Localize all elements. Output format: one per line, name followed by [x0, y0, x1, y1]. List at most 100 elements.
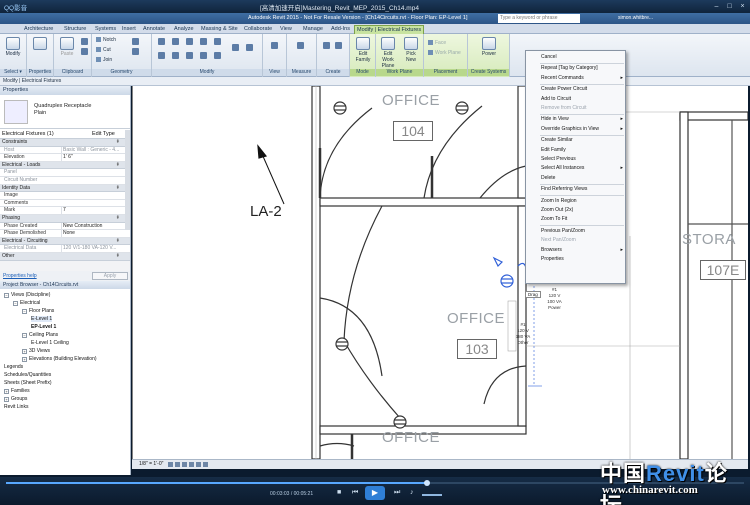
edit-type-button[interactable]: Edit Type	[92, 129, 115, 139]
collapse-icon[interactable]: −	[22, 333, 27, 338]
context-menu-item[interactable]: Create Similar	[541, 136, 625, 144]
face-option[interactable]: Face	[428, 40, 446, 46]
next-icon[interactable]: ⏭	[394, 489, 400, 497]
modify-button[interactable]: Modify	[3, 37, 23, 57]
context-menu-item[interactable]: Delete	[541, 174, 625, 182]
close-icon[interactable]: ×	[738, 2, 747, 11]
context-menu-item[interactable]: Previous Pan/Zoom	[541, 227, 625, 235]
offset-icon[interactable]	[172, 38, 179, 45]
collapse-icon[interactable]: −	[22, 309, 27, 314]
pick-new-button[interactable]: Pick New	[401, 37, 421, 63]
measure-icon[interactable]	[297, 42, 304, 49]
volume-slider[interactable]	[422, 494, 442, 496]
browser-item[interactable]: E-Level 1	[31, 316, 53, 322]
work-plane-option[interactable]: Work Plane	[428, 50, 461, 56]
minimize-icon[interactable]: –	[712, 2, 721, 11]
property-value[interactable]: 7	[61, 207, 123, 215]
context-menu-item[interactable]: Create Power Circuit	[541, 85, 625, 93]
browser-item[interactable]: − Views (Discipline)	[4, 292, 50, 298]
collapse-icon[interactable]: −	[13, 301, 18, 306]
context-menu-item[interactable]: Properties	[541, 255, 625, 263]
context-menu-item[interactable]: Browsers	[541, 246, 625, 254]
create-group-icon[interactable]	[335, 42, 342, 49]
sun-path-icon[interactable]	[182, 462, 187, 467]
browser-item[interactable]: Legends	[4, 364, 23, 370]
browser-item[interactable]: +3D Views	[22, 348, 50, 354]
drawing-canvas[interactable]: OFFICE 104 OFFICE 103 OFFICE STORA 107E …	[132, 86, 748, 459]
edit-work-plane-button[interactable]: Edit Work Plane	[378, 37, 398, 69]
collapse-icon[interactable]: −	[4, 293, 9, 298]
panel-tag[interactable]: LA-2	[250, 203, 282, 220]
search-input[interactable]: Type a keyword or phrase	[498, 14, 580, 23]
notch-button[interactable]: Notch	[96, 37, 116, 43]
rotate-icon[interactable]	[158, 52, 165, 59]
property-section-header[interactable]: Identity Data	[0, 184, 130, 193]
expand-icon[interactable]: +	[4, 397, 9, 402]
cut-button[interactable]: Cut	[96, 47, 111, 53]
context-menu-item[interactable]: Repeat [Tag by Category]	[541, 64, 625, 72]
scale-icon[interactable]	[214, 52, 221, 59]
context-menu-item[interactable]: Edit Family	[541, 146, 625, 154]
property-section-header[interactable]: Electrical - Loads	[0, 161, 130, 170]
trim-icon[interactable]	[172, 52, 179, 59]
properties-scrollbar[interactable]	[125, 130, 130, 230]
ribbon-tab[interactable]: Annotate	[141, 25, 167, 34]
browser-item[interactable]: Revit Links	[4, 404, 28, 410]
align-icon[interactable]	[158, 38, 165, 45]
browser-item[interactable]: Sheets (Sheet Prefix)	[4, 380, 52, 386]
browser-item[interactable]: + Elevations (Building Elevation)	[22, 356, 97, 362]
join-button[interactable]: Join	[96, 57, 112, 63]
context-menu-item[interactable]: Zoom In Region	[541, 197, 625, 205]
edit-family-button[interactable]: Edit Family	[353, 37, 373, 63]
detail-level-icon[interactable]	[168, 462, 173, 467]
ribbon-tab[interactable]: Systems	[93, 25, 118, 34]
maximize-icon[interactable]: □	[725, 2, 734, 11]
browser-item[interactable]: + Groups	[4, 396, 27, 402]
ribbon-tab[interactable]: Insert	[120, 25, 138, 34]
expand-icon[interactable]: +	[22, 357, 27, 362]
instance-selector[interactable]: Electrical Fixtures (1) Edit Type	[0, 129, 130, 139]
property-section-header[interactable]: Phasing	[0, 214, 130, 223]
previous-icon[interactable]: ⏮	[352, 489, 358, 497]
visual-style-icon[interactable]	[175, 462, 180, 467]
pin-icon[interactable]	[232, 44, 239, 51]
ribbon-tab[interactable]: Architecture	[22, 25, 55, 34]
property-value[interactable]: None	[61, 230, 123, 238]
expand-icon[interactable]: +	[4, 389, 9, 394]
geometry-tool-icon[interactable]	[132, 48, 139, 55]
view-scale[interactable]: 1/8" = 1'-0"	[139, 460, 163, 469]
stop-icon[interactable]: ■	[337, 489, 341, 496]
type-selector[interactable]: Quadruplex Receptacle Plain	[0, 95, 130, 129]
property-section-header[interactable]: Other	[0, 252, 130, 261]
array-icon[interactable]	[200, 52, 207, 59]
properties-help-link[interactable]: Properties help	[3, 271, 37, 281]
mirror-icon[interactable]	[186, 38, 193, 45]
browser-item[interactable]: Schedules/Quantities	[4, 372, 51, 378]
create-part-icon[interactable]	[323, 42, 330, 49]
ribbon-tab[interactable]: Analyze	[172, 25, 196, 34]
ribbon-tab[interactable]: Collaborate	[242, 25, 274, 34]
progress-knob[interactable]	[424, 480, 430, 486]
context-menu-item[interactable]: Add to Circuit	[541, 95, 625, 103]
split-icon[interactable]	[186, 52, 193, 59]
browser-item[interactable]: − Electrical	[13, 300, 40, 306]
select-dropdown[interactable]: Select ▾	[0, 69, 26, 76]
crop-icon[interactable]	[196, 462, 201, 467]
context-menu-item[interactable]: Cancel	[541, 53, 625, 61]
property-section-header[interactable]: Constraints	[0, 139, 130, 147]
browser-item[interactable]: EP-Level 1	[31, 324, 56, 330]
shadows-icon[interactable]	[189, 462, 194, 467]
context-menu-item[interactable]: Override Graphics in View	[541, 125, 625, 133]
context-menu-item[interactable]: Hide in View	[541, 115, 625, 123]
paste-button[interactable]: Paste	[57, 37, 77, 57]
browser-item[interactable]: − Ceiling Plans	[22, 332, 58, 338]
geometry-tool-icon[interactable]	[132, 38, 139, 45]
ribbon-tab[interactable]: Structure	[62, 25, 88, 34]
copy-icon[interactable]	[81, 48, 88, 55]
properties-button[interactable]	[30, 37, 50, 51]
ribbon-tab[interactable]: Massing & Site	[199, 25, 240, 34]
volume-icon[interactable]: ♪	[410, 489, 414, 496]
browser-item[interactable]: − Floor Plans	[22, 308, 54, 314]
power-button[interactable]: Power	[479, 37, 499, 57]
browser-item[interactable]: + Families	[4, 388, 30, 394]
